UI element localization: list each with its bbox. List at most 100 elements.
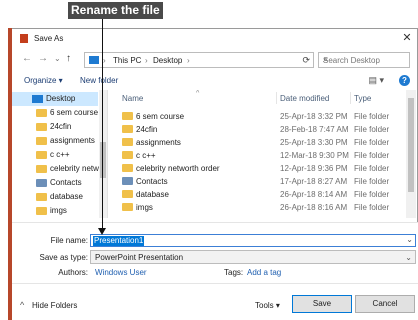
tools-button[interactable]: Tools ▾ — [255, 301, 280, 310]
close-icon[interactable]: ✕ — [400, 31, 414, 45]
sidebar-item-label: database — [50, 192, 83, 201]
column-header-name[interactable]: Name — [122, 94, 143, 103]
file-type: File folder — [354, 138, 390, 147]
file-name: c c++ — [136, 151, 156, 160]
scrollbar-thumb[interactable] — [408, 98, 414, 192]
column-header-date-modified[interactable]: Date modified — [280, 94, 329, 103]
new-folder-button[interactable]: New folder — [80, 76, 118, 85]
sidebar-item-desktop[interactable]: Desktop — [12, 92, 98, 106]
sidebar-item-6-sem-course[interactable]: 6 sem course — [12, 106, 98, 120]
list-item[interactable]: database 26-Apr-18 8:14 AM File folder — [110, 188, 406, 201]
authors-value[interactable]: Windows User — [95, 268, 147, 277]
list-item[interactable]: c c++ 12-Mar-18 9:30 PM File folder — [110, 149, 406, 162]
sidebar-item-label: 6 sem course — [50, 108, 99, 117]
list-item[interactable]: assignments 25-Apr-18 3:30 PM File folde… — [110, 136, 406, 149]
recent-locations-chevron-icon[interactable]: ⌄ — [54, 54, 61, 63]
breadcrumb-separator-icon: › — [103, 56, 106, 65]
search-icon: ⌕ — [323, 54, 329, 64]
file-date: 17-Apr-18 8:27 AM — [280, 177, 348, 186]
folder-icon — [122, 112, 133, 120]
address-bar[interactable]: › This PC › Desktop › ⟳ — [84, 52, 314, 68]
contacts-icon — [122, 177, 133, 185]
sidebar-item-label: c c++ — [50, 150, 70, 159]
search-input[interactable]: Search Desktop ⌕ — [318, 52, 410, 68]
sidebar-item-c-cpp[interactable]: c c++ — [12, 148, 98, 162]
file-date: 26-Apr-18 8:14 AM — [280, 190, 348, 199]
file-name-label: File name: — [50, 236, 88, 245]
file-name-input[interactable]: Presentation1 ⌄ — [90, 234, 416, 247]
file-date: 28-Feb-18 7:47 AM — [280, 125, 349, 134]
save-as-type-label: Save as type: — [39, 253, 88, 262]
contacts-icon — [36, 179, 47, 187]
chevron-down-icon[interactable]: ⌄ — [406, 235, 413, 244]
navigation-bar: ← → ⌄ ↑ › This PC › Desktop › ⟳ Search D… — [12, 50, 418, 70]
file-date: 25-Apr-18 3:30 PM — [280, 138, 348, 147]
file-type: File folder — [354, 164, 390, 173]
sidebar-item-imgs[interactable]: imgs — [12, 204, 98, 218]
sidebar-item-label: Contacts — [50, 178, 82, 187]
sidebar-item-24cfin[interactable]: 24cfin — [12, 120, 98, 134]
column-divider[interactable] — [276, 92, 277, 104]
file-date: 25-Apr-18 3:32 PM — [280, 112, 348, 121]
callout-arrow-head — [98, 228, 106, 235]
add-tag-link[interactable]: Add a tag — [247, 268, 281, 277]
sort-ascending-icon: ^ — [196, 90, 200, 97]
tags-label: Tags: — [224, 268, 244, 277]
column-header-type[interactable]: Type — [354, 94, 371, 103]
help-icon[interactable]: ? — [399, 75, 410, 86]
folder-icon — [36, 123, 47, 131]
file-list-scrollbar[interactable] — [406, 90, 416, 218]
file-type: File folder — [354, 203, 390, 212]
list-item[interactable]: celebrity networth order 12-Apr-18 9:36 … — [110, 162, 406, 175]
up-arrow-icon[interactable]: ↑ — [66, 53, 71, 64]
scrollbar-thumb[interactable] — [100, 142, 106, 178]
view-options-icon[interactable]: ▤ ▾ — [368, 75, 384, 86]
save-as-type-value: PowerPoint Presentation — [95, 253, 184, 262]
rename-callout: Rename the file — [68, 2, 163, 19]
file-name: 6 sem course — [136, 112, 185, 121]
file-type: File folder — [354, 151, 390, 160]
chevron-down-icon[interactable]: ⌄ — [405, 253, 412, 262]
desktop-icon — [32, 95, 43, 103]
file-type: File folder — [354, 190, 390, 199]
organize-button[interactable]: Organize ▾ — [24, 76, 63, 85]
breadcrumb-this-pc[interactable]: This PC — [113, 56, 141, 65]
refresh-icon[interactable]: ⟳ — [302, 55, 310, 66]
hide-folders-label: Hide Folders — [32, 301, 78, 310]
folder-icon — [36, 165, 47, 173]
file-list: Name ^ Date modified Type 6 sem course 2… — [110, 90, 406, 218]
forward-arrow-icon[interactable]: → — [38, 53, 48, 64]
folder-icon — [122, 190, 133, 198]
folder-icon — [36, 193, 47, 201]
sidebar-item-assignments[interactable]: assignments — [12, 134, 98, 148]
sidebar-item-label: assignments — [50, 136, 95, 145]
file-date: 12-Apr-18 9:36 PM — [280, 164, 348, 173]
folder-icon — [122, 125, 133, 133]
breadcrumb-desktop[interactable]: Desktop — [153, 56, 182, 65]
sidebar-item-contacts[interactable]: Contacts — [12, 176, 98, 190]
list-item[interactable]: 24cfin 28-Feb-18 7:47 AM File folder — [110, 123, 406, 136]
file-name: imgs — [136, 203, 153, 212]
list-item[interactable]: Contacts 17-Apr-18 8:27 AM File folder — [110, 175, 406, 188]
folder-icon — [122, 138, 133, 146]
sidebar-item-celebrity-networth[interactable]: celebrity networ — [12, 162, 106, 176]
sidebar-scrollbar[interactable] — [99, 90, 107, 218]
sidebar-item-label: imgs — [50, 206, 67, 215]
title-bar: Save As ✕ — [12, 28, 418, 50]
file-name: assignments — [136, 138, 181, 147]
column-divider[interactable] — [350, 92, 351, 104]
list-item[interactable]: 6 sem course 25-Apr-18 3:32 PM File fold… — [110, 110, 406, 123]
sidebar-item-database[interactable]: database — [12, 190, 98, 204]
window-title: Save As — [34, 34, 64, 43]
save-as-type-select[interactable]: PowerPoint Presentation ⌄ — [90, 250, 416, 264]
list-item[interactable]: imgs 26-Apr-18 8:16 AM File folder — [110, 201, 406, 214]
cancel-button[interactable]: Cancel — [355, 295, 415, 313]
callout-arrow — [102, 19, 103, 231]
breadcrumb-separator-icon: › — [187, 56, 190, 65]
back-arrow-icon[interactable]: ← — [22, 53, 32, 64]
folder-icon — [122, 151, 133, 159]
file-name-value[interactable]: Presentation1 — [93, 236, 145, 246]
file-type: File folder — [354, 177, 390, 186]
save-button[interactable]: Save — [292, 295, 352, 313]
powerpoint-icon — [20, 34, 28, 43]
